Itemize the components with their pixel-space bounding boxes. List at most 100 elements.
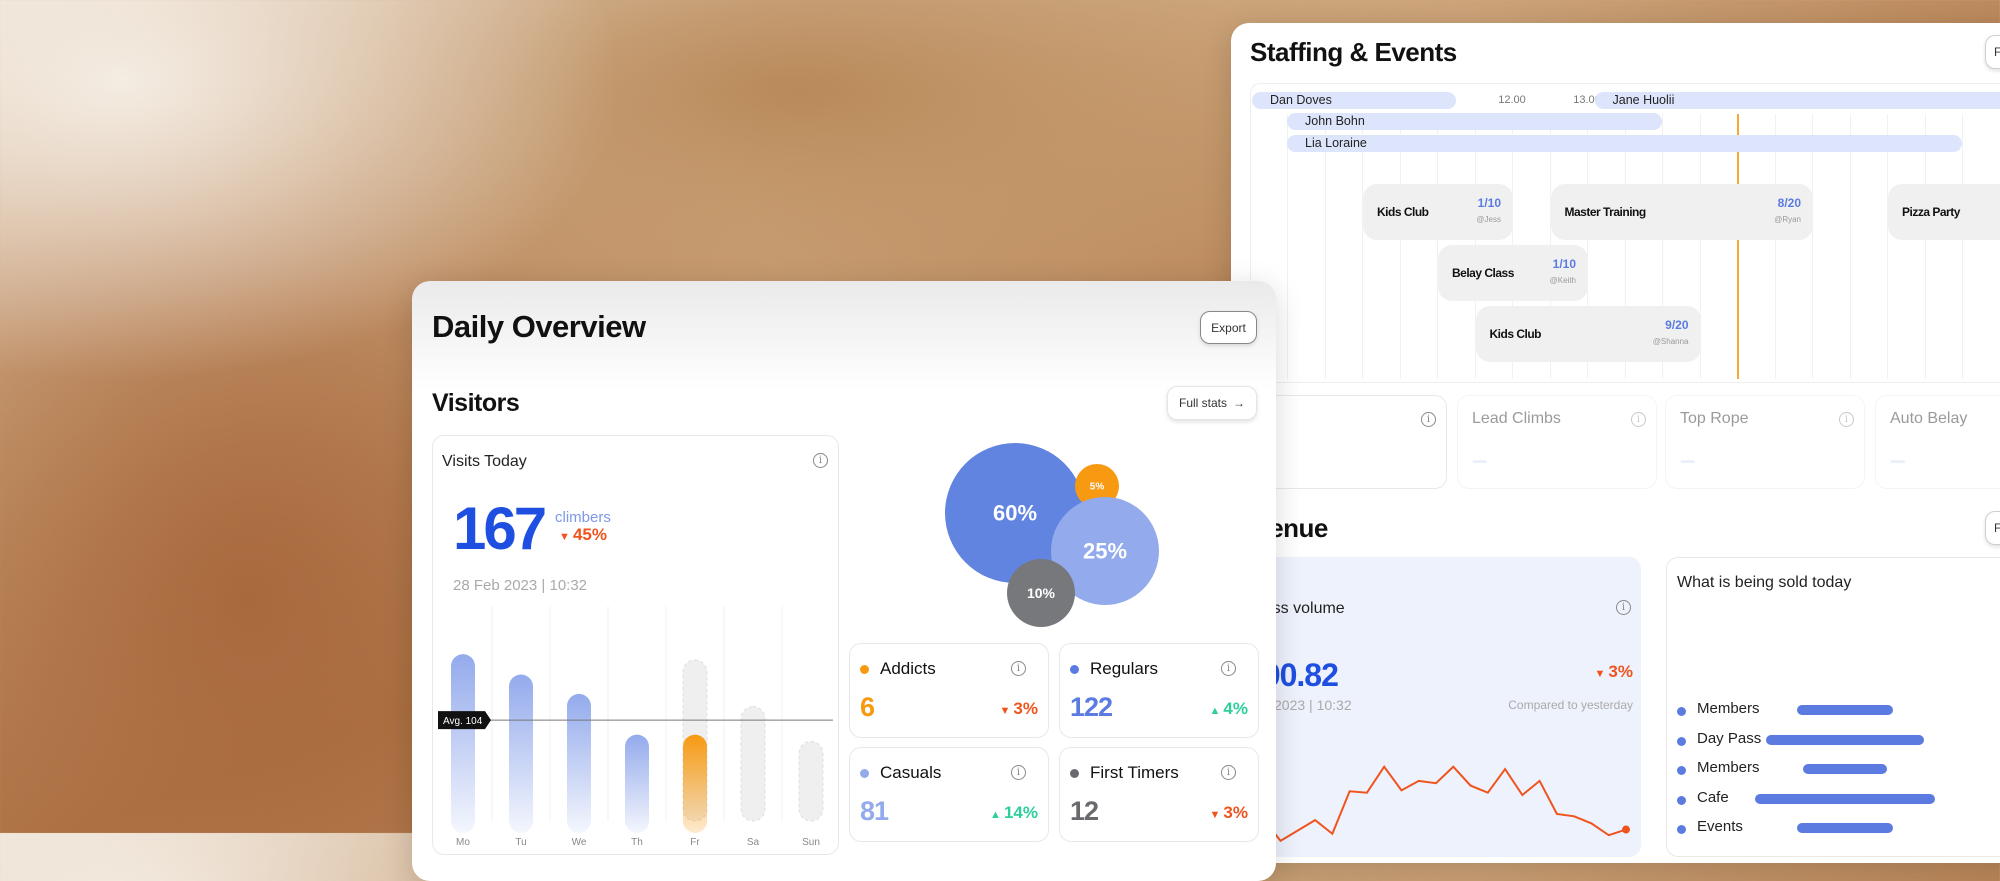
segment-label: Regulars xyxy=(1090,659,1158,679)
sold-today-card: What is being sold today MembersDay Pass… xyxy=(1666,557,2000,857)
last-point[interactable] xyxy=(1622,826,1630,834)
climb-stat-value: – xyxy=(1680,444,1696,476)
expected-bar[interactable] xyxy=(799,741,823,821)
visits-change: ▼ 45% xyxy=(559,525,607,545)
segment-dot xyxy=(860,665,869,674)
info-icon[interactable]: i xyxy=(1221,765,1236,780)
segment-card[interactable]: Casualsi81▲ 14% xyxy=(849,747,1049,842)
bubble-label: 25% xyxy=(1083,539,1127,564)
staff-shift-bar[interactable]: Lia Loraine xyxy=(1287,135,1962,152)
event-count: 8/20 xyxy=(1778,196,1801,210)
info-icon[interactable]: i xyxy=(1221,661,1236,676)
arrow-right-icon: → xyxy=(1233,396,1245,410)
grid-line xyxy=(1325,114,1326,379)
segment-card[interactable]: Regulars i 122 ▲ 4% xyxy=(1059,643,1259,738)
info-icon[interactable]: i xyxy=(1839,412,1854,427)
segment-label: First Timers xyxy=(1090,763,1179,783)
full-stats-button[interactable]: Full stats → xyxy=(1167,386,1257,420)
event-name: Kids Club xyxy=(1377,205,1429,219)
day-label: Fr xyxy=(690,837,700,848)
info-icon[interactable]: i xyxy=(1421,412,1436,427)
legend-dot xyxy=(1677,766,1686,775)
current-time-line xyxy=(1737,114,1739,379)
day-label: Th xyxy=(631,837,643,848)
segment-change-value: 4% xyxy=(1223,699,1248,718)
staffing-title: Staffing & Events xyxy=(1250,37,1457,68)
date: 28 Feb 2023 xyxy=(453,577,537,594)
grid-line xyxy=(1287,114,1288,379)
compare-label: Compared to yesterday xyxy=(1508,698,1633,712)
event-block[interactable]: Belay Class1/10@Keith xyxy=(1438,245,1588,301)
segment-card[interactable]: First Timers i 12 ▼ 3% xyxy=(1059,747,1259,842)
info-icon[interactable]: i xyxy=(1616,600,1631,615)
visits-bar[interactable] xyxy=(567,694,591,833)
grid-line xyxy=(1775,114,1776,379)
segment-change-value: 3% xyxy=(1013,699,1038,718)
hour-label: 12.00 xyxy=(1487,94,1537,106)
event-block[interactable]: Master Training8/20@Ryan xyxy=(1551,184,1814,240)
timeline: 09.0010.0011.0012.0013.0014.0015.0016.00… xyxy=(1250,83,2000,383)
sold-item-bar[interactable] xyxy=(1803,764,1887,774)
sold-item-label: Members xyxy=(1697,759,1760,776)
segment-change: ▼ 3% xyxy=(999,699,1038,719)
export-button[interactable]: Export xyxy=(1200,311,1257,344)
segment-value: 122 xyxy=(1070,692,1112,723)
segment-change: ▲ 4% xyxy=(1209,699,1248,719)
visits-date: 28 Feb 2023 | 10:32 xyxy=(453,577,587,594)
staff-shift-bar[interactable]: John Bohn xyxy=(1287,113,1662,130)
climb-stat-card: Top Rope i – xyxy=(1665,395,1865,489)
full-stats-label: Full stats xyxy=(1179,396,1227,410)
sold-item-bar[interactable] xyxy=(1755,794,1936,804)
event-name: Belay Class xyxy=(1452,266,1514,280)
expected-bar[interactable] xyxy=(741,707,765,821)
visits-bar[interactable] xyxy=(509,675,533,833)
climb-stat-label: Top Rope xyxy=(1680,410,1749,428)
grid-line xyxy=(1850,114,1851,379)
segment-change: ▲ 14% xyxy=(990,803,1038,823)
visits-unit: climbers xyxy=(555,509,611,526)
sold-item-bar[interactable] xyxy=(1797,823,1894,833)
event-block[interactable]: Pizza Party xyxy=(1888,184,2000,240)
segment-label: Casuals xyxy=(880,763,941,783)
climb-stat-card: Auto Belayi– xyxy=(1875,395,2000,489)
event-host: @Ryan xyxy=(1774,215,1801,224)
info-icon[interactable]: i xyxy=(1011,661,1026,676)
day-label: Mo xyxy=(456,837,470,848)
event-block[interactable]: Kids Club1/10@Jess xyxy=(1363,184,1513,240)
gross-change-value: 3% xyxy=(1608,662,1633,681)
bubble-label: 10% xyxy=(1027,585,1056,601)
climb-stat-label: Lead Climbs xyxy=(1472,410,1561,428)
info-icon[interactable]: i xyxy=(1011,765,1026,780)
segment-bubbles: 60%5%25%10% xyxy=(922,431,1202,661)
segment-value: 12 xyxy=(1070,796,1098,827)
revenue-button[interactable]: F xyxy=(1985,511,2000,545)
gross-change: ▼ 3% xyxy=(1594,662,1633,682)
legend-dot xyxy=(1677,737,1686,746)
grid-line xyxy=(1812,114,1813,379)
event-count: 1/10 xyxy=(1553,257,1576,271)
visits-label: Visits Today xyxy=(442,453,527,471)
visits-bar[interactable] xyxy=(451,654,475,833)
info-icon[interactable]: i xyxy=(1631,412,1646,427)
down-arrow-icon: ▼ xyxy=(1209,809,1223,821)
down-arrow-icon: ▼ xyxy=(999,705,1013,717)
segment-change-value: 14% xyxy=(1004,803,1038,822)
sold-item-bar[interactable] xyxy=(1766,735,1924,745)
up-arrow-icon: ▲ xyxy=(990,809,1004,821)
info-icon[interactable]: i xyxy=(813,453,828,468)
legend-dot xyxy=(1677,796,1686,805)
grid-line xyxy=(1887,114,1888,379)
event-block[interactable]: Kids Club9/20@Shanna xyxy=(1476,306,1701,362)
climb-stat-value: – xyxy=(1890,444,1906,476)
segment-change-value: 3% xyxy=(1223,803,1248,822)
visits-bar[interactable] xyxy=(683,735,707,833)
visits-bar[interactable] xyxy=(625,735,649,833)
staff-shift-bar[interactable]: Dan Doves xyxy=(1252,92,1456,109)
staffing-filter-button[interactable]: F xyxy=(1985,35,2000,69)
segment-dot xyxy=(1070,769,1079,778)
day-label: Sa xyxy=(747,837,760,848)
day-label: We xyxy=(572,837,587,848)
sold-item-bar[interactable] xyxy=(1797,705,1894,715)
segment-card[interactable]: Addictsi6▼ 3% xyxy=(849,643,1049,738)
staff-shift-bar[interactable]: Jane Huolii xyxy=(1595,92,2000,109)
